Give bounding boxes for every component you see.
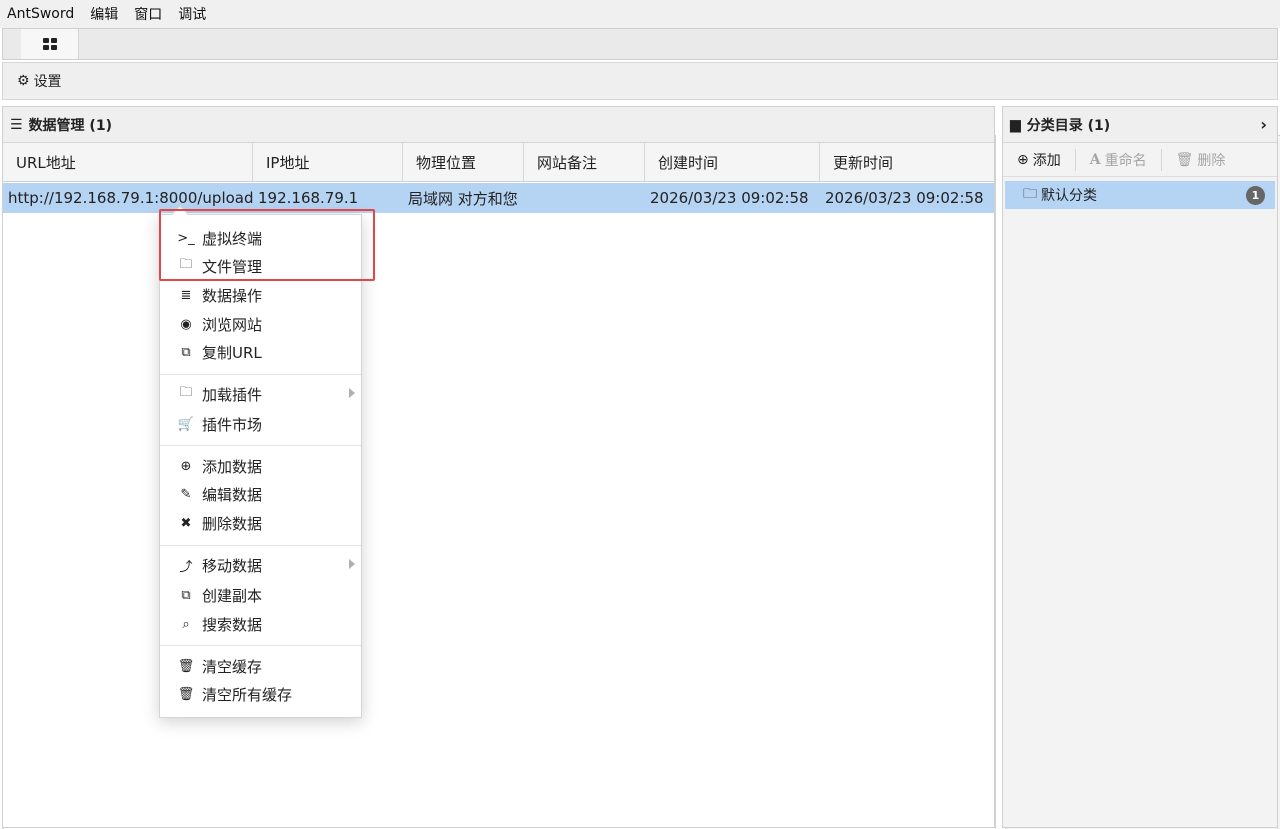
folder-outline-icon: 🗀	[1023, 186, 1037, 202]
column-url[interactable]: URL地址	[3, 143, 253, 181]
menu-separator	[160, 645, 361, 646]
share-icon: ⤴	[179, 559, 193, 575]
search-icon: ⌕	[182, 616, 190, 632]
column-location[interactable]: 物理位置	[403, 143, 524, 181]
font-icon: A	[1089, 151, 1101, 168]
column-updated[interactable]: 更新时间	[820, 143, 994, 181]
count-badge: 1	[1246, 186, 1265, 205]
cell-location: 局域网 对方和您	[408, 189, 518, 208]
plus-circle-icon: ⊕	[180, 458, 192, 474]
menu-item-add-data[interactable]: ⊕ 添加数据	[160, 452, 361, 480]
delete-category-label: 删除	[1197, 152, 1226, 169]
settings-button[interactable]: ⚙ 设置	[17, 71, 62, 91]
folder-icon: 🗀	[179, 385, 193, 400]
add-category-button[interactable]: ⊕ 添加	[1003, 149, 1075, 171]
menu-edit[interactable]: 编辑	[90, 4, 118, 24]
menu-item-clear-all-cache[interactable]: 🗑 清空所有缓存	[160, 680, 361, 708]
menu-item-data-ops[interactable]: ≣ 数据操作	[160, 281, 361, 309]
menu-item-label: 编辑数据	[202, 485, 263, 504]
grid-icon	[42, 38, 57, 50]
copy-icon: ⧉	[181, 587, 191, 603]
menu-item-label: 搜索数据	[202, 615, 263, 634]
category-item-label: 默认分类	[1041, 188, 1097, 204]
menu-item-search-data[interactable]: ⌕ 搜索数据	[160, 610, 361, 638]
menu-item-duplicate[interactable]: ⧉ 创建副本	[160, 581, 361, 609]
data-management-panel: ☰ 数据管理 (1) URL地址 IP地址 物理位置 网站备注 创建时间 更新时…	[2, 106, 995, 828]
cell-updated: 2026/03/23 09:02:58	[825, 189, 984, 207]
menu-item-copy-url[interactable]: ⧉ 复制URL	[160, 338, 361, 366]
menu-item-label: 浏览网站	[202, 315, 263, 334]
category-item-default[interactable]: 🗀 默认分类 1	[1005, 181, 1275, 209]
menu-item-label: 清空缓存	[202, 657, 263, 676]
menu-item-clear-cache[interactable]: 🗑 清空缓存	[160, 652, 361, 680]
menu-separator	[160, 545, 361, 546]
trash-icon: 🗑	[1175, 151, 1194, 168]
rename-category-label: 重命名	[1104, 152, 1147, 169]
collapse-chevron-icon[interactable]: ›	[1260, 115, 1267, 134]
menu-separator	[160, 445, 361, 446]
category-panel: ▆ 分类目录 (1) › ⊕ 添加 A 重命名 🗑 删除 🗀 默认分类 1	[1002, 106, 1278, 828]
trash-outline-icon: 🗑	[177, 658, 195, 674]
grid-header: URL地址 IP地址 物理位置 网站备注 创建时间 更新时间	[3, 143, 994, 182]
menu-item-browse-site[interactable]: ◉ 浏览网站	[160, 310, 361, 338]
rename-category-button[interactable]: A 重命名	[1076, 149, 1161, 171]
menu-item-label: 插件市场	[202, 415, 263, 434]
context-menu: >_ 虚拟终端 🗀 文件管理 ≣ 数据操作 ◉ 浏览网站 ⧉ 复制URL 🗀 加…	[159, 205, 362, 718]
chrome-icon: ◉	[180, 316, 192, 332]
add-category-label: 添加	[1032, 152, 1061, 169]
gear-icon: ⚙	[17, 73, 30, 89]
menu-separator	[160, 374, 361, 375]
menu-item-label: 创建副本	[202, 586, 263, 605]
table-row[interactable]: http://192.168.79.1:8000/upload.php 192.…	[3, 183, 994, 213]
tab-strip: ◀ ▶	[2, 28, 1280, 829]
folder-icon: ▆	[1010, 116, 1021, 133]
edit-icon: ✎	[180, 486, 192, 502]
category-panel-title: 分类目录 (1)	[1026, 117, 1111, 134]
menu-item-load-plugin[interactable]: 🗀 加载插件	[160, 380, 361, 408]
highlight-box	[159, 209, 375, 281]
menu-item-label: 数据操作	[202, 286, 263, 305]
close-icon: ✖	[180, 515, 192, 531]
menu-item-plugin-market[interactable]: 🛒 插件市场	[160, 410, 361, 438]
cell-created: 2026/03/23 09:02:58	[650, 189, 809, 207]
menu-item-label: 复制URL	[202, 343, 262, 362]
category-panel-header: ▆ 分类目录 (1) ›	[1003, 107, 1277, 143]
menu-window[interactable]: 窗口	[134, 4, 162, 24]
menu-item-delete-data[interactable]: ✖ 删除数据	[160, 509, 361, 537]
database-icon: ≣	[180, 287, 192, 303]
menubar: AntSword 编辑 窗口 调试	[0, 0, 1280, 28]
column-note[interactable]: 网站备注	[524, 143, 645, 181]
menu-item-label: 添加数据	[202, 457, 263, 476]
submenu-arrow-icon	[349, 388, 355, 398]
column-ip[interactable]: IP地址	[253, 143, 403, 181]
main-toolbar: ⚙ 设置	[2, 62, 1278, 100]
data-panel-title: 数据管理 (1)	[28, 117, 112, 134]
cart-icon: 🛒	[177, 416, 195, 432]
submenu-arrow-icon	[349, 559, 355, 569]
settings-label: 设置	[33, 74, 62, 90]
plus-circle-icon: ⊕	[1017, 151, 1029, 168]
cell-note	[524, 183, 645, 213]
menu-antsword[interactable]: AntSword	[7, 6, 74, 22]
menu-item-label: 加载插件	[202, 385, 263, 404]
trash-icon: 🗑	[177, 686, 195, 702]
menu-debug[interactable]: 调试	[178, 4, 206, 24]
menu-item-label: 移动数据	[202, 556, 263, 575]
category-toolbar: ⊕ 添加 A 重命名 🗑 删除	[1003, 143, 1277, 177]
menu-item-label: 清空所有缓存	[202, 685, 293, 704]
copy-icon: ⧉	[181, 344, 191, 360]
menu-item-edit-data[interactable]: ✎ 编辑数据	[160, 480, 361, 508]
delete-category-button[interactable]: 🗑 删除	[1162, 149, 1240, 171]
menu-item-label: 删除数据	[202, 514, 263, 533]
column-created[interactable]: 创建时间	[645, 143, 820, 181]
list-icon: ☰	[10, 116, 23, 133]
data-panel-header: ☰ 数据管理 (1)	[3, 107, 994, 143]
menu-item-move-data[interactable]: ⤴ 移动数据	[160, 551, 361, 579]
tab-home[interactable]	[21, 29, 79, 59]
